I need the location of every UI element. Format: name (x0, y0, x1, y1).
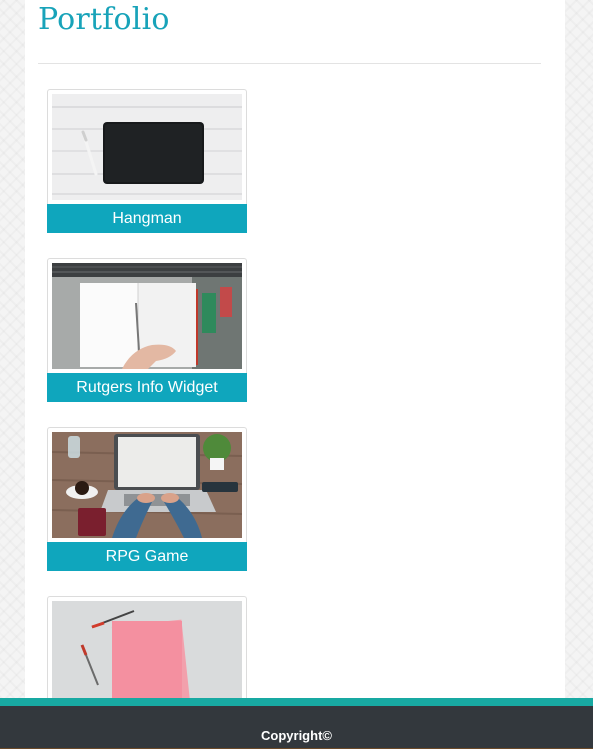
title-divider (38, 63, 541, 64)
project-thumbnail-image[interactable] (52, 601, 242, 707)
card-caption[interactable]: RPG Game (47, 542, 247, 571)
portfolio-card-rutgers-info-widget[interactable]: Rutgers Info Widget (47, 258, 247, 403)
footer: Copyright© (0, 698, 593, 749)
portfolio-card-hangman[interactable]: Hangman (47, 89, 247, 234)
card-caption[interactable]: Hangman (47, 204, 247, 233)
copyright-text: Copyright© (261, 728, 332, 743)
project-thumbnail-image[interactable] (52, 432, 242, 538)
page-container: Portfolio Hangman Rutgers Info Widget RP… (25, 0, 565, 749)
page-title: Portfolio (38, 2, 170, 37)
project-thumbnail-image[interactable] (52, 94, 242, 200)
portfolio-card-rpg-game[interactable]: RPG Game (47, 427, 247, 572)
card-caption[interactable]: Rutgers Info Widget (47, 373, 247, 402)
project-thumbnail-image[interactable] (52, 263, 242, 369)
